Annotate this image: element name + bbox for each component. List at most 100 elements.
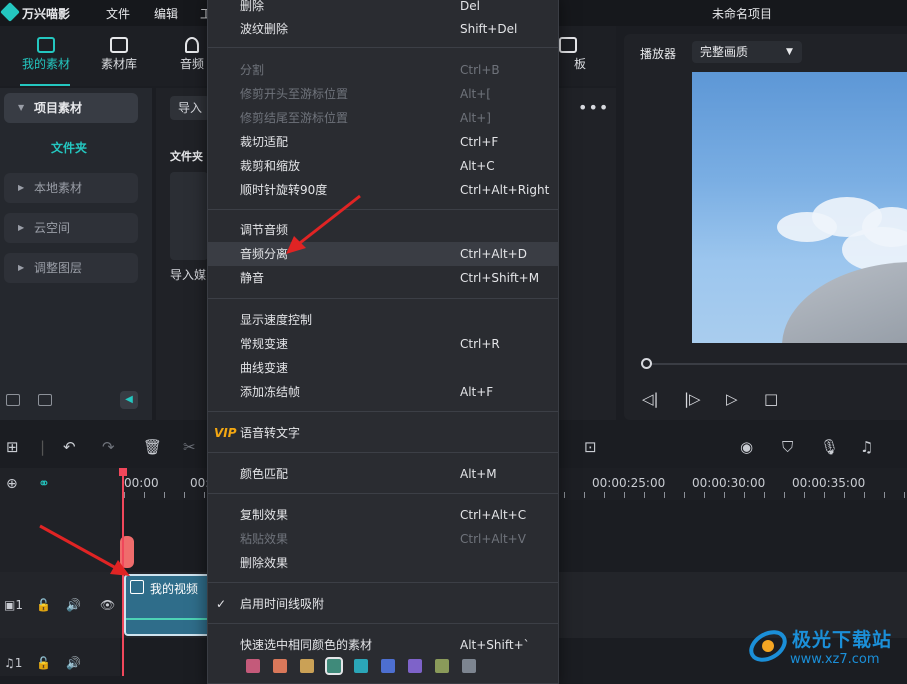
sidebar-item-project-media[interactable]: ▼ 项目素材: [4, 93, 138, 123]
menu-label: 粘贴效果: [240, 532, 289, 546]
menu-item-delete-effects[interactable]: 删除效果: [208, 551, 558, 575]
menu-shortcut: Alt+C: [460, 159, 495, 173]
menu-item-mute[interactable]: 静音 Ctrl+Shift+M: [208, 266, 558, 290]
sidebar-item-local-media[interactable]: ▶ 本地素材: [4, 173, 138, 203]
menu-label: 颜色匹配: [240, 467, 289, 481]
render-icon[interactable]: ◉: [740, 438, 753, 456]
menu-label: 波纹删除: [240, 22, 289, 36]
tab-my-media-label: 我的素材: [21, 57, 70, 71]
import-button[interactable]: 导入: [170, 96, 210, 120]
caret-right-icon: ▶: [18, 183, 25, 192]
color-swatch[interactable]: [462, 659, 476, 673]
menu-label: 复制效果: [240, 508, 289, 522]
menu-item-speech-to-text[interactable]: VIP 语音转文字: [208, 421, 558, 445]
clip-title: 我的视频: [150, 582, 199, 596]
step-frame-icon[interactable]: |▷: [684, 390, 701, 408]
sidebar-folder-label[interactable]: 文件夹: [0, 139, 138, 156]
menu-separator: [208, 582, 558, 583]
menu-label: 删除效果: [240, 556, 289, 570]
playback-scrubber[interactable]: [646, 363, 907, 365]
menu-shortcut: Ctrl+B: [460, 63, 500, 77]
redo-icon[interactable]: ↷: [102, 438, 115, 456]
library-icon: [110, 37, 128, 53]
color-swatch[interactable]: [354, 659, 368, 673]
menu-label: 快速选中相同颜色的素材: [240, 638, 373, 652]
new-folder-icon[interactable]: [6, 394, 20, 406]
menu-separator: [208, 298, 558, 299]
grid-icon[interactable]: ⊞: [6, 438, 19, 456]
menu-separator: [208, 47, 558, 48]
folder-icon[interactable]: [38, 394, 52, 406]
menu-item-enable-snapping[interactable]: ✓ 启用时间线吸附: [208, 592, 558, 616]
menu-item-uniform-speed[interactable]: 常规变速 Ctrl+R: [208, 332, 558, 356]
menu-item-detach-audio[interactable]: 音频分离 Ctrl+Alt+D: [208, 242, 558, 266]
microphone-icon[interactable]: 🎙: [820, 438, 839, 456]
menu-label: 显示速度控制: [240, 313, 313, 327]
menu-item-split[interactable]: 分割 Ctrl+B: [208, 58, 558, 82]
scissors-icon[interactable]: ✂: [183, 438, 196, 456]
menu-shortcut: Ctrl+Alt+V: [460, 532, 526, 546]
color-swatch[interactable]: [273, 659, 287, 673]
link-icon[interactable]: ⚭: [38, 476, 50, 492]
menu-edit[interactable]: 编辑: [154, 5, 178, 22]
menu-item-color-match[interactable]: 颜色匹配 Alt+M: [208, 462, 558, 486]
menu-item-ripple-delete[interactable]: 波纹删除 Shift+Del: [208, 17, 558, 41]
more-options-icon[interactable]: •••: [578, 98, 609, 117]
clip-type-icon: [130, 580, 144, 594]
sidebar-item-adjust-layer[interactable]: ▶ 调整图层: [4, 253, 138, 283]
color-swatch[interactable]: [300, 659, 314, 673]
tab-library[interactable]: 素材库: [91, 37, 147, 72]
menu-item-crop-zoom[interactable]: 裁剪和缩放 Alt+C: [208, 154, 558, 178]
eye-icon[interactable]: 👁: [100, 598, 115, 612]
audio-mix-icon[interactable]: ♫: [860, 438, 873, 456]
undo-icon[interactable]: ↶: [63, 438, 76, 456]
menu-item-speed-ramp[interactable]: 曲线变速: [208, 356, 558, 380]
timestamp-30: 00:00:30:00: [692, 476, 766, 490]
collapse-sidebar-button[interactable]: ◀: [120, 391, 138, 409]
menu-label: 启用时间线吸附: [240, 597, 325, 611]
menu-item-paste-effects[interactable]: 粘贴效果 Ctrl+Alt+V: [208, 527, 558, 551]
media-folder-heading: 文件夹: [170, 150, 203, 163]
speaker-icon[interactable]: 🔊: [66, 598, 81, 612]
trash-icon[interactable]: 🗑: [143, 438, 162, 456]
menu-item-delete[interactable]: 删除 Del: [208, 0, 558, 18]
timestamp-35: 00:00:35:00: [792, 476, 866, 490]
audio-speaker-icon[interactable]: 🔊: [66, 656, 81, 670]
sidebar-item-cloud[interactable]: ▶ 云空间: [4, 213, 138, 243]
menu-separator: [208, 452, 558, 453]
play-icon[interactable]: ▷: [726, 390, 738, 408]
annotation-arrow-clip: [39, 524, 130, 576]
tab-my-media[interactable]: 我的素材: [18, 37, 74, 72]
sidebar-item-label: 云空间: [34, 221, 71, 235]
color-swatch[interactable]: [408, 659, 422, 673]
playhead-handle[interactable]: [119, 468, 127, 476]
add-track-icon[interactable]: ⊕: [6, 476, 18, 492]
menu-file[interactable]: 文件: [106, 5, 130, 22]
import-media-tile[interactable]: [170, 172, 208, 260]
music-icon: [185, 37, 199, 53]
color-swatch[interactable]: [325, 657, 343, 675]
menu-item-adjust-audio[interactable]: 调节音频: [208, 218, 558, 242]
video-clip[interactable]: 我的视频: [124, 574, 214, 636]
lock-icon[interactable]: 🔓: [36, 598, 51, 612]
prev-frame-icon[interactable]: ◁|: [642, 390, 659, 408]
menu-item-freeze-frame[interactable]: 添加冻结帧 Alt+F: [208, 380, 558, 404]
media-icon: [37, 37, 55, 53]
menu-item-trim-end[interactable]: 修剪结尾至游标位置 Alt+]: [208, 106, 558, 130]
menu-item-copy-effects[interactable]: 复制效果 Ctrl+Alt+C: [208, 503, 558, 527]
color-swatch[interactable]: [435, 659, 449, 673]
menu-shortcut: Ctrl+Shift+M: [460, 271, 540, 285]
menu-item-speed-control[interactable]: 显示速度控制: [208, 308, 558, 332]
color-swatch[interactable]: [246, 659, 260, 673]
marker-icon[interactable]: ⛉: [782, 438, 793, 456]
menu-item-select-same-color[interactable]: 快速选中相同颜色的素材 Alt+Shift+`: [208, 633, 558, 657]
quality-select[interactable]: 完整画质 ▼: [692, 41, 802, 63]
menu-item-rotate-90[interactable]: 顺时针旋转90度 Ctrl+Alt+Right: [208, 178, 558, 202]
stop-icon[interactable]: □: [764, 390, 778, 408]
color-swatch[interactable]: [381, 659, 395, 673]
crop-icon[interactable]: ⊡: [584, 438, 597, 456]
menu-item-trim-start[interactable]: 修剪开头至游标位置 Alt+[: [208, 82, 558, 106]
menu-item-crop-fit[interactable]: 裁切适配 Ctrl+F: [208, 130, 558, 154]
audio-lock-icon[interactable]: 🔓: [36, 656, 51, 670]
scrubber-handle[interactable]: [641, 358, 652, 369]
